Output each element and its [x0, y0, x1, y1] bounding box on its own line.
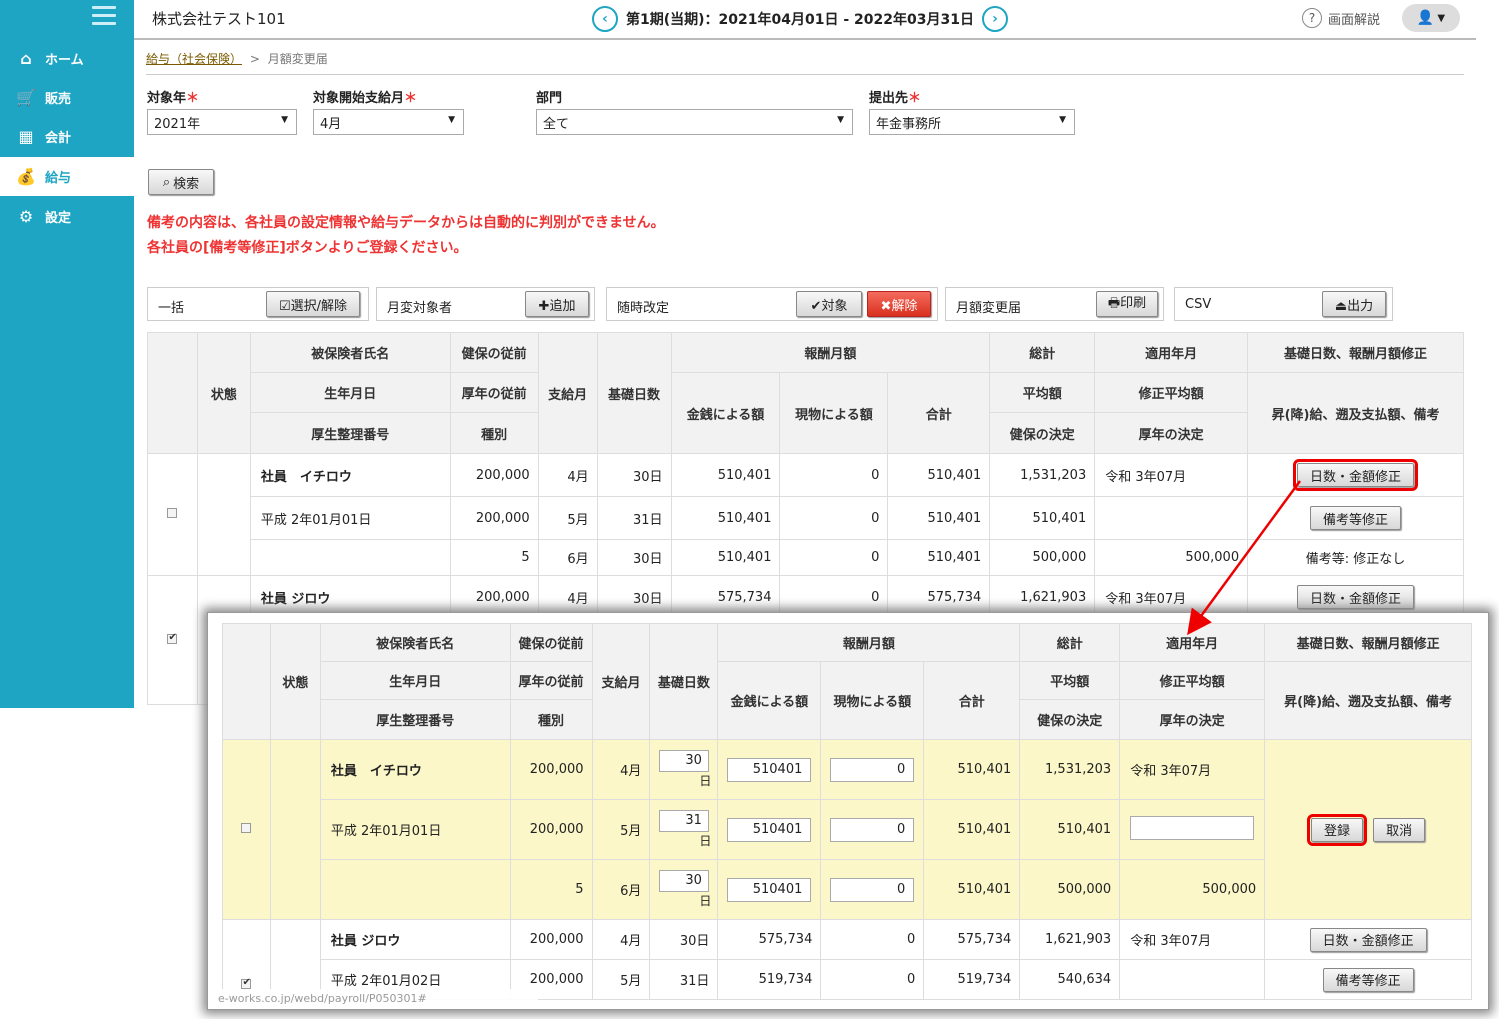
breadcrumb: 給与（社会保険） > 月額変更届 — [146, 52, 328, 66]
chevron-right-icon[interactable]: › — [981, 6, 1008, 32]
month-label: 対象開始支給月＊ — [313, 91, 418, 106]
modified-average-input[interactable] — [1130, 815, 1255, 840]
dest-label: 提出先＊ — [869, 91, 922, 106]
sidebar: ⌂ ホーム 🛒 販売 ▦ 会計 💰 給与 ⚙ 設定 — [0, 0, 134, 708]
print-button[interactable]: 🖶印刷 — [1096, 291, 1158, 317]
fix-amount-button[interactable]: 日数・金額修正 — [1297, 585, 1415, 609]
days-input[interactable]: 31 — [658, 810, 709, 832]
year-select[interactable]: 2021年 ▼ — [147, 109, 297, 135]
target-box: 月変対象者 ✚追加 — [376, 287, 595, 321]
fix-amount-button[interactable]: 日数・金額修正 — [1309, 927, 1427, 952]
note-text: 備考等: 修正なし — [1247, 539, 1464, 576]
user-icon: 👤 — [1416, 10, 1435, 26]
question-icon: ? — [1302, 8, 1322, 28]
dept-select[interactable]: 全て ▼ — [536, 109, 853, 135]
year-label: 対象年＊ — [147, 91, 200, 106]
save-button[interactable]: 登録 — [1306, 813, 1368, 846]
search-button[interactable]: ⌕ 検索 — [148, 169, 214, 195]
col-status: 状態 — [196, 332, 251, 454]
app-root: ⌂ ホーム 🛒 販売 ▦ 会計 💰 給与 ⚙ 設定 株式会社テスト101 ‹ 第1期(当期… — [0, 0, 1499, 1019]
csv-box: CSV ⏏出力 — [1174, 287, 1393, 321]
calculator-icon: ▦ — [18, 127, 34, 146]
caret-down-icon: ▼ — [1437, 12, 1446, 24]
cash-input[interactable]: 510401 — [727, 757, 812, 782]
edit-note-button[interactable]: 備考等修正 — [1322, 967, 1414, 992]
breadcrumb-parent[interactable]: 給与（社会保険） — [146, 52, 242, 66]
cash-input[interactable]: 510401 — [727, 817, 812, 842]
status-bar: e-works.co.jp/webd/payroll/P050301# — [208, 989, 538, 1009]
row-checkbox[interactable] — [167, 508, 178, 518]
fix-amount-button[interactable]: 日数・金額修正 — [1293, 459, 1419, 491]
breadcrumb-current: 月額変更届 — [267, 52, 328, 66]
bulk-box: 一括 ☑選択/解除 — [147, 287, 369, 321]
search-icon: ⌕ — [162, 174, 171, 190]
chevron-left-icon[interactable]: ‹ — [592, 6, 618, 32]
menu-icon[interactable] — [92, 6, 116, 26]
table-row: 社員 イチロウ 200,000 4月 30日 510,401 0 510,401… — [147, 453, 1464, 576]
period-selector: ‹ 第1期(当期)：2021年04月01日 - 2022年03月31日 › — [592, 6, 1008, 32]
goods-input[interactable]: 0 — [830, 877, 915, 902]
revision-on-button[interactable]: ✔対象 — [796, 291, 862, 317]
table-row: 5 6月 30日 510,401 0 510,401 500,000 500,0… — [148, 539, 1464, 576]
edit-table: 状態 被保険者氏名 健保の従前 支給月 基礎日数 報酬月額 総計 適用年月 基礎… — [222, 623, 1472, 1000]
month-select[interactable]: 4月 ▼ — [313, 109, 464, 135]
caret-down-icon: ▼ — [448, 115, 455, 125]
row-checkbox[interactable] — [241, 823, 252, 833]
form-box: 月額変更届 🖶印刷 — [945, 287, 1164, 321]
row-checkbox[interactable] — [167, 632, 178, 644]
cash-input[interactable]: 510401 — [727, 877, 812, 902]
edit-note-button[interactable]: 備考等修正 — [1310, 506, 1402, 530]
days-input[interactable]: 30 — [658, 750, 709, 772]
row-checkbox[interactable] — [241, 977, 252, 989]
dest-select[interactable]: 年金事務所 ▼ — [869, 109, 1075, 135]
money-bag-icon: 💰 — [16, 167, 36, 186]
help-link[interactable]: ? 画面解説 — [1302, 8, 1380, 28]
table-row: 社員 ジロウ 200,000 4月 30日 575,734 0 575,734 … — [222, 919, 1472, 1000]
user-menu-button[interactable]: 👤 ▼ — [1402, 4, 1460, 32]
sidebar-item-accounting[interactable]: ▦ 会計 — [0, 117, 134, 156]
sidebar-item-sales[interactable]: 🛒 販売 — [0, 78, 134, 117]
gear-icon: ⚙ — [18, 207, 34, 226]
sidebar-item-home[interactable]: ⌂ ホーム — [0, 39, 134, 78]
csv-export-button[interactable]: ⏏出力 — [1322, 291, 1386, 317]
days-input[interactable]: 30 — [658, 870, 709, 892]
divider — [146, 74, 1464, 75]
caret-down-icon: ▼ — [1059, 115, 1066, 125]
header: 株式会社テスト101 ‹ 第1期(当期)：2021年04月01日 - 2022年… — [134, 0, 1476, 40]
select-toggle-button[interactable]: ☑選択/解除 — [266, 291, 360, 317]
home-icon: ⌂ — [20, 49, 32, 68]
sidebar-item-payroll[interactable]: 💰 給与 — [0, 157, 134, 196]
caret-down-icon: ▼ — [281, 115, 288, 125]
caret-down-icon: ▼ — [837, 115, 844, 125]
goods-input[interactable]: 0 — [830, 757, 915, 782]
cancel-button[interactable]: 取消 — [1373, 817, 1426, 842]
notice-message: 備考の内容は、各社員の設定情報や給与データからは自動的に判別ができません。 各社… — [147, 215, 665, 256]
dept-label: 部門 — [536, 91, 563, 106]
goods-input[interactable]: 0 — [830, 817, 915, 842]
company-name: 株式会社テスト101 — [152, 10, 286, 28]
sidebar-item-settings[interactable]: ⚙ 設定 — [0, 197, 134, 236]
table-row: 社員 イチロウ 200,000 4月 30 日 510401 0 510,401 … — [222, 739, 1472, 920]
cart-icon: 🛒 — [16, 88, 36, 107]
table-row: 平成 2年01月01日 200,000 5月 31日 510,401 0 510… — [148, 496, 1464, 540]
add-target-button[interactable]: ✚追加 — [525, 291, 589, 317]
revision-off-button[interactable]: ✖解除 — [867, 291, 931, 317]
edit-mode-callout: 状態 被保険者氏名 健保の従前 支給月 基礎日数 報酬月額 総計 適用年月 基礎… — [207, 612, 1489, 1010]
period-label: 第1期(当期)：2021年04月01日 - 2022年03月31日 — [626, 12, 974, 28]
revision-box: 随時改定 ✔対象 ✖解除 — [606, 287, 938, 321]
